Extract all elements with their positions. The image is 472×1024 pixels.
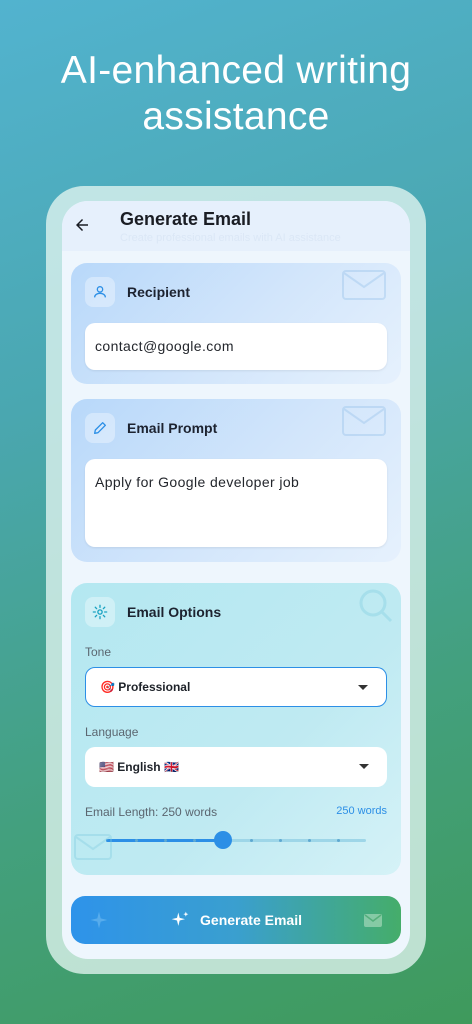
tone-label: Tone bbox=[85, 645, 112, 659]
language-select[interactable]: 🇺🇸 English 🇬🇧 bbox=[85, 747, 387, 787]
mail-watermark-icon bbox=[364, 914, 382, 927]
caret-down-icon bbox=[359, 764, 369, 769]
page-subtitle: Create professional emails with AI assis… bbox=[120, 232, 341, 244]
page-title: Generate Email bbox=[120, 209, 252, 229]
options-card: Email Options Tone 🎯 Professional Langua… bbox=[71, 583, 401, 875]
mail-watermark-icon bbox=[342, 270, 386, 300]
person-icon bbox=[85, 277, 115, 307]
arrow-left-icon bbox=[76, 219, 88, 231]
pencil-icon bbox=[85, 413, 115, 443]
recipient-email-input[interactable]: contact@google.com bbox=[85, 323, 387, 370]
slider-tick bbox=[163, 839, 167, 842]
prompt-card: Email Prompt Apply for Google developer … bbox=[71, 399, 401, 562]
back-button[interactable] bbox=[70, 213, 94, 237]
sparkle-watermark-icon bbox=[90, 911, 108, 929]
options-header: Email Options bbox=[85, 597, 221, 627]
slider-tick bbox=[279, 839, 283, 842]
prompt-label: Email Prompt bbox=[127, 420, 218, 436]
slider-tick bbox=[337, 839, 341, 842]
length-slider[interactable] bbox=[106, 831, 366, 849]
app-screen: Generate Email Create professional email… bbox=[62, 201, 410, 959]
mail-watermark-icon bbox=[74, 834, 112, 860]
slider-tick bbox=[192, 839, 196, 842]
options-label: Email Options bbox=[127, 604, 222, 620]
sparkle-icon bbox=[171, 911, 189, 926]
generate-email-label: Generate Email bbox=[200, 912, 302, 928]
slider-tick bbox=[134, 839, 138, 842]
slider-thumb[interactable] bbox=[214, 831, 232, 849]
gear-icon bbox=[85, 597, 115, 627]
language-value: 🇺🇸 English 🇬🇧 bbox=[99, 760, 179, 774]
generate-email-button[interactable]: Generate Email bbox=[71, 896, 401, 944]
tone-select[interactable]: 🎯 Professional bbox=[85, 667, 387, 707]
promo-headline: AI-enhanced writing assistance bbox=[60, 49, 412, 138]
caret-down-icon bbox=[358, 685, 368, 690]
search-watermark-icon bbox=[359, 589, 393, 623]
length-label: Email Length: 250 words bbox=[85, 805, 218, 819]
recipient-label: Recipient bbox=[127, 284, 191, 300]
prompt-header: Email Prompt bbox=[85, 413, 217, 443]
mail-watermark-icon bbox=[342, 406, 386, 436]
prompt-textarea[interactable]: Apply for Google developer job bbox=[85, 459, 387, 547]
recipient-header: Recipient bbox=[85, 277, 190, 307]
app-bar: Generate Email Create professional email… bbox=[62, 201, 410, 251]
slider-tick bbox=[308, 839, 312, 842]
length-badge: 250 words bbox=[336, 805, 387, 817]
slider-tick bbox=[250, 839, 254, 842]
language-label: Language bbox=[85, 725, 139, 739]
tone-value: 🎯 Professional bbox=[100, 680, 191, 694]
recipient-card: Recipient contact@google.com bbox=[71, 263, 401, 384]
